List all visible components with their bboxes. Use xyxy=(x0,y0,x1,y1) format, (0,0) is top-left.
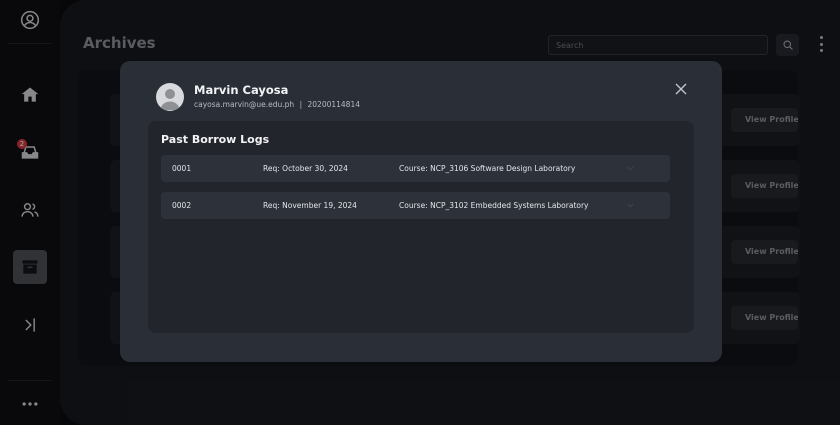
chevron-down-icon[interactable] xyxy=(626,201,635,210)
avatar-placeholder-icon xyxy=(160,89,180,110)
user-details: cayosa.marvin@ue.edu.ph | 20200114814 xyxy=(194,100,360,109)
close-icon xyxy=(675,83,687,95)
close-button[interactable] xyxy=(674,81,688,95)
log-id: 0002 xyxy=(172,201,192,210)
log-course: Course: NCP_3102 Embedded Systems Labora… xyxy=(399,201,589,210)
log-request-date: Req: October 30, 2024 xyxy=(263,164,348,173)
user-email: cayosa.marvin@ue.edu.ph xyxy=(194,100,295,109)
avatar xyxy=(156,83,184,111)
user-name: Marvin Cayosa xyxy=(194,83,289,97)
log-row[interactable]: 0001 Req: October 30, 2024 Course: NCP_3… xyxy=(161,155,670,182)
section-title: Past Borrow Logs xyxy=(161,133,270,146)
student-id: 20200114814 xyxy=(307,100,361,109)
log-id: 0001 xyxy=(172,164,192,173)
chevron-down-icon[interactable] xyxy=(626,164,635,173)
log-row[interactable]: 0002 Req: November 19, 2024 Course: NCP_… xyxy=(161,192,670,219)
log-request-date: Req: November 19, 2024 xyxy=(263,201,357,210)
borrow-logs-panel: Past Borrow Logs 0001 Req: October 30, 2… xyxy=(148,121,694,333)
details-separator: | xyxy=(299,100,303,109)
log-course: Course: NCP_3106 Software Design Laborat… xyxy=(399,164,576,173)
borrow-logs-modal: Marvin Cayosa cayosa.marvin@ue.edu.ph | … xyxy=(120,61,722,362)
